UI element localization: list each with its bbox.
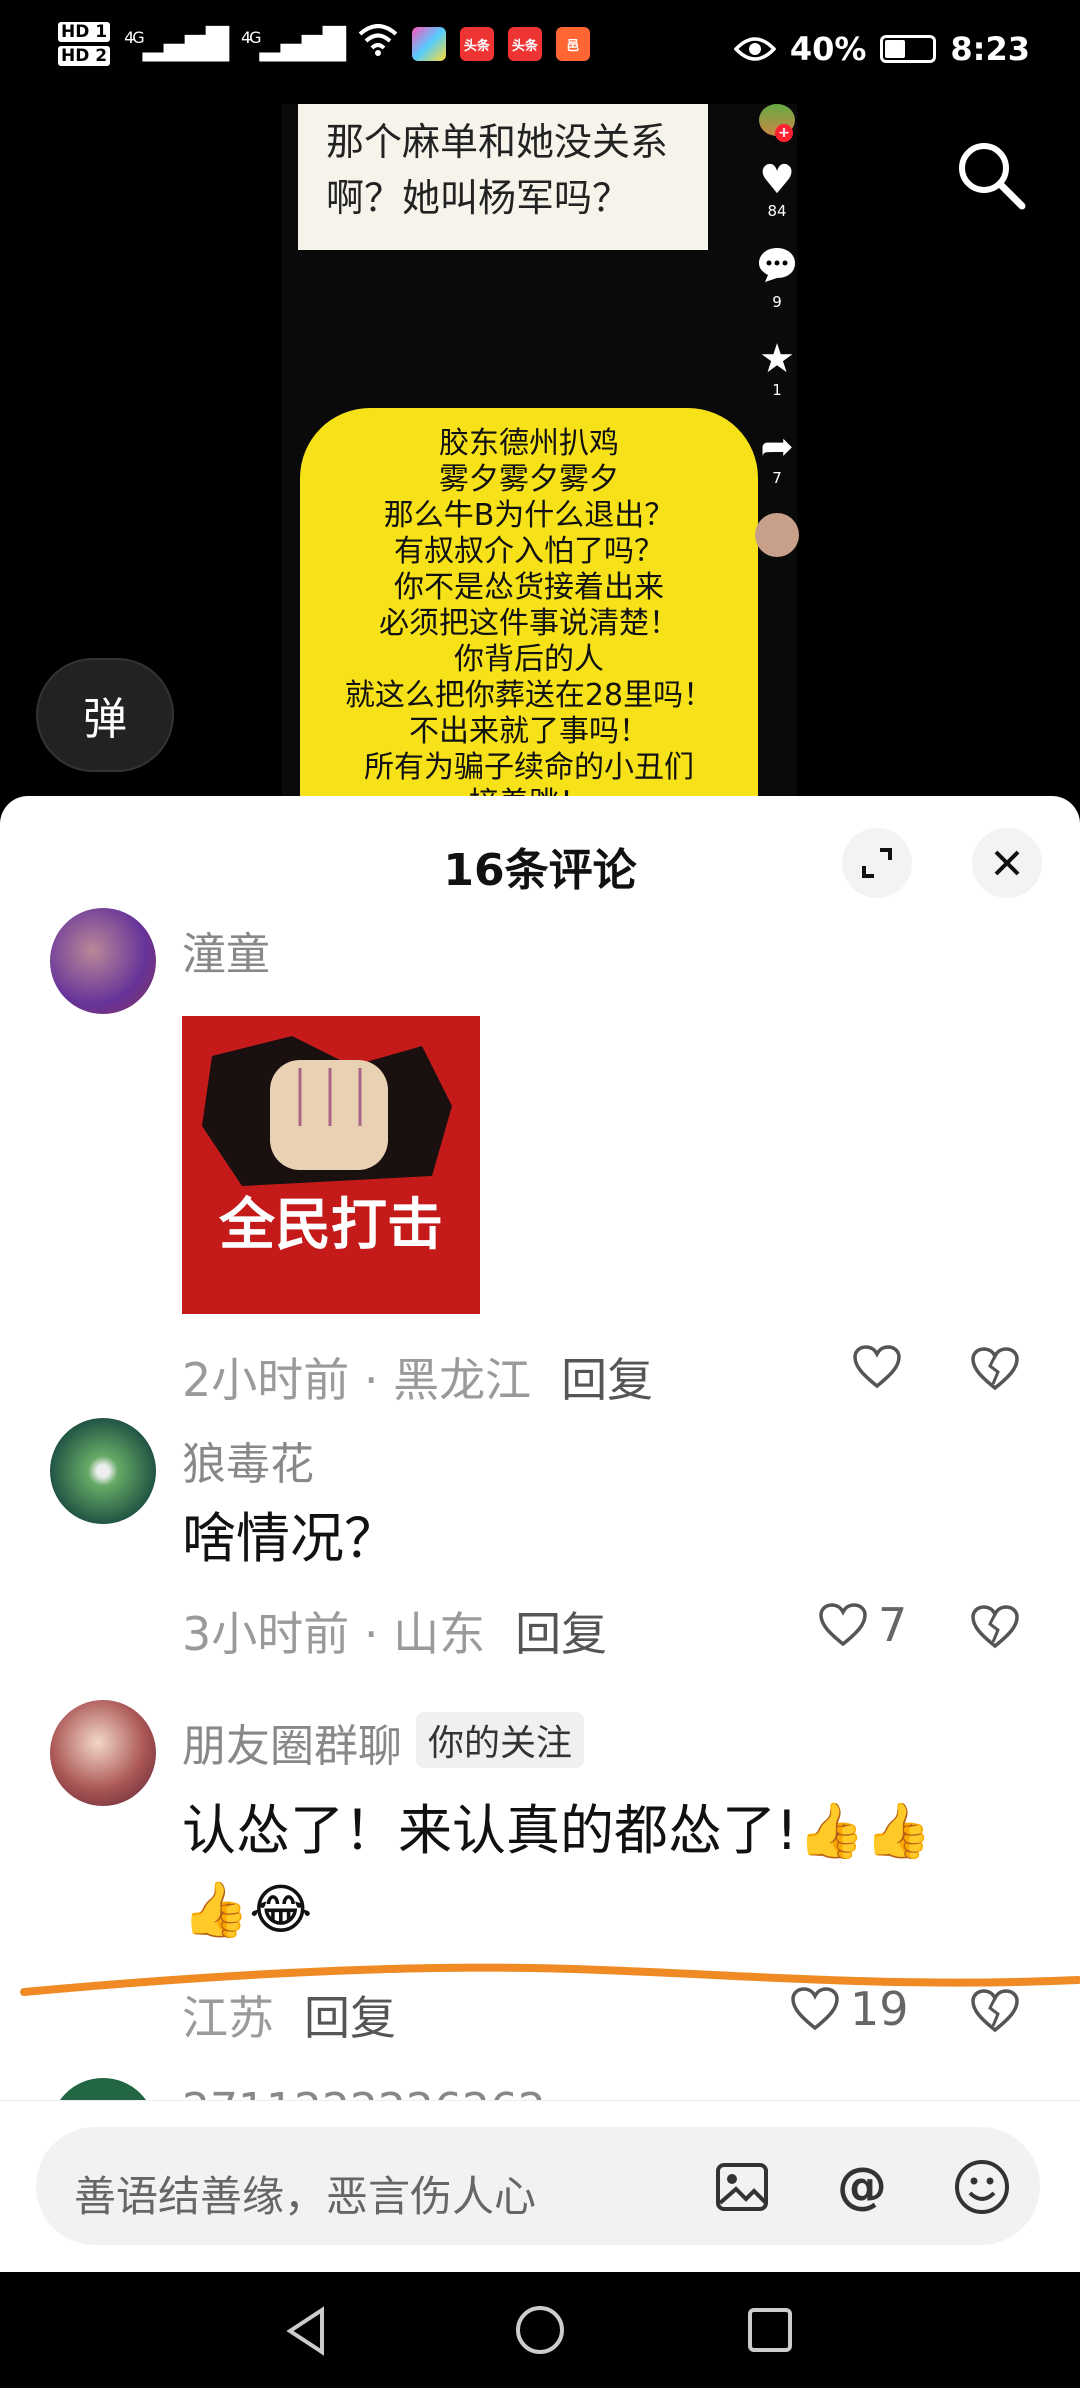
- comment-username-row: 朋友圈群聊 你的关注: [182, 1710, 585, 1774]
- comment-username[interactable]: 朋友圈群聊: [182, 1721, 402, 1772]
- close-icon: [994, 850, 1020, 876]
- yellow-line: 不出来就了事吗！: [409, 714, 649, 749]
- comment-text: 啥情况？: [182, 1507, 398, 1570]
- toutiao-icon-2: 头条: [507, 27, 542, 61]
- mention-icon[interactable]: @: [832, 2157, 892, 2217]
- message-line: 啊？她叫杨军吗？: [326, 176, 631, 220]
- comment-username[interactable]: 潼童: [182, 918, 270, 982]
- hd1-label: HD 1: [58, 22, 111, 42]
- search-icon[interactable]: [950, 134, 1030, 214]
- battery-icon: [880, 35, 937, 63]
- toutiao-icon: 头条: [459, 27, 494, 61]
- comment-sticker-image[interactable]: 全民打击: [182, 1016, 480, 1314]
- app-icon: 邑: [555, 27, 590, 61]
- yellow-line: 那么牛B为什么退出？: [383, 498, 675, 533]
- home-icon[interactable]: [514, 2304, 566, 2356]
- following-badge: 你的关注: [416, 1712, 585, 1768]
- yellow-line: 必须把这件事说清楚！: [379, 606, 679, 641]
- danmu-label: 弹: [83, 694, 127, 745]
- comment-username[interactable]: 狼毒花: [182, 1428, 314, 1492]
- signal-icon: 4G▂▄▆█: [124, 26, 229, 62]
- avatar[interactable]: [50, 1700, 156, 1806]
- comment-count: 9: [772, 293, 782, 311]
- wifi-icon: [358, 24, 398, 64]
- yellow-line: 你背后的人: [454, 642, 604, 677]
- back-icon[interactable]: [282, 2304, 332, 2358]
- clock: 8:23: [950, 30, 1030, 68]
- status-bar: HD 1 HD 2 4G▂▄▆█ 4G▂▄▆█ 头条 头条 邑 40% 8:23: [0, 0, 1080, 104]
- comment-time: 2小时前 · 黑龙江: [182, 1353, 532, 1407]
- yellow-line: 所有为骗子续命的小丑们: [364, 750, 694, 785]
- comment-time: 3小时前 · 山东: [182, 1607, 486, 1661]
- emoji-icon[interactable]: [952, 2157, 1012, 2217]
- hd-indicator: HD 1 HD 2: [58, 22, 111, 66]
- app-notification-icon: [411, 27, 446, 61]
- avatar[interactable]: [50, 1418, 156, 1524]
- like-count: 84: [767, 202, 787, 220]
- creator-avatar[interactable]: +: [759, 104, 795, 142]
- comment-sheet: 16条评论 潼童 全民打击 2小时前 · 黑龙江 回复 狼毒花 啥情况？ 3小时…: [0, 796, 1080, 2271]
- svg-text:@: @: [837, 2157, 887, 2215]
- system-nav-bar: [0, 2272, 1080, 2388]
- comment-input-bar: 善语结善缘，恶言伤人心 @: [0, 2100, 1080, 2272]
- favorite-count: 1: [772, 381, 782, 399]
- avatar[interactable]: [50, 2078, 156, 2102]
- like-count: 7: [878, 1598, 908, 1652]
- sticker-caption: 全民打击: [218, 1193, 443, 1258]
- heart-outline-icon: [853, 1345, 901, 1389]
- comment-sheet-title: 16条评论: [443, 845, 637, 896]
- follow-plus-icon[interactable]: +: [775, 124, 793, 142]
- heart-outline-icon: [819, 1603, 867, 1647]
- star-icon[interactable]: ★: [752, 337, 802, 381]
- danmu-toggle-button[interactable]: 弹: [36, 658, 174, 772]
- yellow-line: 胶东德州扒鸡: [439, 426, 619, 461]
- hd2-label: HD 2: [58, 46, 111, 66]
- comment-item: 2711222226262: [0, 2078, 1080, 2102]
- avatar[interactable]: [50, 908, 156, 1014]
- comment-meta: 2小时前 · 黑龙江 回复: [182, 1344, 653, 1410]
- share-icon[interactable]: ➦: [752, 425, 802, 469]
- expand-icon: [862, 848, 892, 878]
- video-yellow-card: 胶东德州扒鸡 雾夕雾夕雾夕 那么牛B为什么退出？ 有叔叔介入怕了吗？ 你不是怂货…: [300, 408, 758, 818]
- comment-meta: 3小时前 · 山东 回复: [182, 1598, 607, 1664]
- share-count: 7: [772, 469, 782, 487]
- video-message-card: 那个麻单和她没关系 啊？她叫杨军吗？: [298, 104, 708, 250]
- eye-icon: [733, 37, 776, 61]
- comment-input[interactable]: 善语结善缘，恶言伤人心 @: [36, 2127, 1040, 2245]
- reply-button[interactable]: 回复: [515, 1607, 607, 1661]
- close-button[interactable]: [972, 828, 1042, 898]
- comment-text: 认怂了！来认真的都怂了!👍👍: [182, 1799, 933, 1862]
- message-line: 那个麻单和她没关系: [326, 120, 669, 164]
- yellow-line: 你不是怂货接着出来: [394, 570, 664, 605]
- signal-icon-2: 4G▂▄▆█: [240, 26, 346, 62]
- broken-heart-icon[interactable]: [970, 1604, 1020, 1650]
- music-disc-avatar[interactable]: [755, 513, 799, 557]
- comment-icon[interactable]: [752, 246, 802, 293]
- reply-button[interactable]: 回复: [561, 1353, 653, 1407]
- yellow-line: 雾夕雾夕雾夕: [439, 462, 619, 497]
- like-button[interactable]: [852, 1344, 902, 1390]
- heart-icon[interactable]: ♥: [752, 158, 802, 202]
- orange-annotation-line: [20, 1963, 1080, 1996]
- image-icon[interactable]: [712, 2157, 772, 2217]
- recents-icon[interactable]: [746, 2306, 794, 2354]
- broken-heart-icon[interactable]: [970, 1346, 1020, 1392]
- action-rail: + ♥ 84 9 ★ 1 ➦ 7: [752, 104, 802, 557]
- yellow-line: 有叔叔介入怕了吗？: [394, 534, 664, 569]
- battery-percent: 40%: [789, 30, 867, 68]
- like-button[interactable]: 7: [818, 1598, 907, 1652]
- comment-text-line2: 👍😂: [182, 1878, 313, 1941]
- video-player[interactable]: 那个麻单和她没关系 啊？她叫杨军吗？ 胶东德州扒鸡 雾夕雾夕雾夕 那么牛B为什么…: [0, 104, 1080, 818]
- yellow-line: 就这么把你葬送在28里吗！: [344, 678, 714, 713]
- comment-input-placeholder: 善语结善缘，恶言伤人心: [74, 2172, 537, 2221]
- expand-button[interactable]: [842, 828, 912, 898]
